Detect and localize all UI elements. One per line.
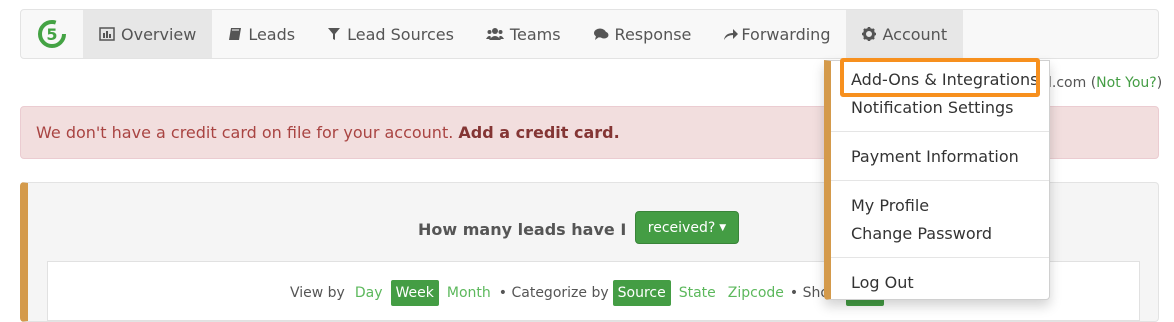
users-icon: [485, 27, 504, 41]
filter-icon: [327, 27, 341, 41]
nav-response[interactable]: Response: [577, 10, 708, 58]
nav-account-label: Account: [882, 24, 948, 44]
view-by-label: View by: [290, 284, 345, 301]
nav-lead-sources-label: Lead Sources: [347, 24, 454, 44]
nav-response-label: Response: [614, 24, 692, 44]
book-icon: [228, 27, 242, 41]
nav-leads-label: Leads: [248, 24, 296, 44]
share-icon: [723, 27, 739, 41]
view-month-option[interactable]: Month: [441, 285, 497, 301]
bar-chart-icon: [99, 27, 115, 41]
categorize-state-option[interactable]: State: [673, 285, 722, 301]
categorize-zipcode-option[interactable]: Zipcode: [722, 285, 790, 301]
view-day-option[interactable]: Day: [349, 285, 389, 301]
menu-my-profile[interactable]: My Profile: [851, 196, 929, 215]
alert-text: We don't have a credit card on file for …: [36, 123, 459, 142]
svg-text:5: 5: [46, 25, 57, 44]
menu-addons-integrations[interactable]: Add-Ons & Integrations: [851, 70, 1038, 89]
menu-payment-information[interactable]: Payment Information: [851, 147, 1019, 166]
add-credit-card-link[interactable]: Add a credit card.: [458, 123, 619, 142]
nav-overview-label: Overview: [121, 24, 197, 44]
nav-forwarding-label: Forwarding: [741, 24, 831, 44]
received-button-label: received?: [647, 219, 716, 236]
categorize-source-option[interactable]: Source: [612, 279, 671, 306]
menu-divider: [831, 180, 1049, 181]
menu-log-out[interactable]: Log Out: [851, 273, 914, 292]
comments-icon: [593, 27, 609, 41]
nav-overview[interactable]: Overview: [83, 10, 213, 58]
nav-teams[interactable]: Teams: [470, 10, 577, 58]
user-close-paren: ): [1156, 75, 1163, 91]
nav-forwarding[interactable]: Forwarding: [707, 10, 846, 58]
user-identity: l.com (Not You?): [1048, 75, 1162, 91]
received-dropdown-button[interactable]: received? ▼: [635, 211, 739, 244]
menu-change-password[interactable]: Change Password: [851, 224, 992, 243]
menu-notification-settings[interactable]: Notification Settings: [851, 98, 1014, 117]
categorize-by-label: • Categorize by: [498, 284, 609, 301]
account-dropdown-menu: Add-Ons & Integrations Notification Sett…: [824, 60, 1050, 300]
not-you-link[interactable]: Not You?: [1096, 75, 1157, 91]
gear-icon: [862, 27, 877, 41]
nav-account[interactable]: Account: [846, 10, 964, 58]
nav-teams-label: Teams: [509, 24, 561, 44]
user-email-suffix: l.com (: [1048, 75, 1097, 91]
caret-down-icon: ▼: [719, 222, 727, 233]
logo-five-icon: 5: [38, 20, 66, 48]
nav-leads[interactable]: Leads: [212, 10, 311, 58]
leads-question: How many leads have I: [418, 220, 627, 239]
view-week-option[interactable]: Week: [390, 279, 439, 306]
brand-logo[interactable]: 5: [21, 10, 83, 58]
menu-divider: [831, 257, 1049, 258]
chart-controls: View by Day Week Month • Categorize by S…: [290, 278, 886, 307]
top-navbar: 5 Overview Leads Lead Sources Teams Resp…: [20, 9, 1159, 59]
menu-divider: [831, 131, 1049, 132]
nav-lead-sources[interactable]: Lead Sources: [311, 10, 470, 58]
